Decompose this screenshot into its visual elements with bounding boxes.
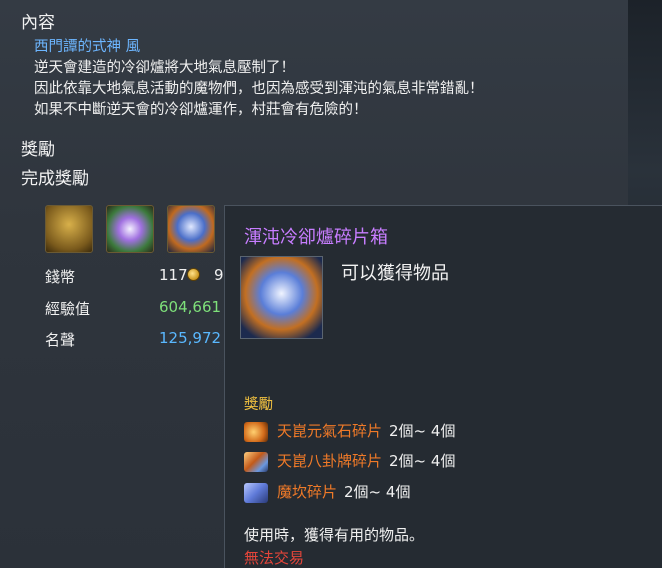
- chaos-cooler-fragment-box-icon: [240, 256, 323, 339]
- bagua-plate-fragment-icon: [244, 451, 268, 472]
- crystal-icon[interactable]: [106, 205, 154, 253]
- tooltip-reward-item: 天崑八卦牌碎片 2個~ 4個: [244, 450, 455, 472]
- npc-name: 西門譚的式神 風: [34, 39, 141, 55]
- description-line: 因此依靠大地氣息活動的魔物們，也因為感受到渾沌的氣息非常錯亂！: [34, 81, 484, 97]
- exp-value: 604,661: [159, 298, 222, 316]
- rewards-heading: 獎勵: [21, 140, 55, 160]
- description-line: 如果不中斷逆天會的冷卻爐運作，村莊會有危險的！: [34, 102, 368, 118]
- coin-label: 錢幣: [45, 268, 76, 286]
- reward-item-qty: 2個~ 4個: [344, 483, 411, 501]
- reward-item-qty: 2個~ 4個: [389, 452, 456, 470]
- demon-shard-icon: [244, 482, 268, 503]
- chaos-cooler-fragment-box-icon[interactable]: [167, 205, 215, 253]
- exp-label: 經驗值: [45, 300, 91, 318]
- tooltip-usage: 使用時，獲得有用的物品。: [244, 526, 425, 544]
- stone-fragment-icon: [244, 421, 268, 442]
- tooltip-reward-heading: 獎勵: [244, 397, 273, 413]
- description-line: 逆天會建造的冷卻爐將大地氣息壓制了！: [34, 60, 295, 76]
- tooltip-reward-item: 魔坎碎片 2個~ 4個: [244, 481, 410, 503]
- content-heading: 內容: [21, 13, 55, 33]
- reputation-label: 名聲: [45, 331, 76, 349]
- item-tooltip: 渾沌冷卻爐碎片箱 可以獲得物品 獎勵 天崑元氣石碎片 2個~ 4個 天崑八卦牌碎片…: [224, 205, 662, 568]
- tooltip-reward-item: 天崑元氣石碎片 2個~ 4個: [244, 420, 455, 442]
- reward-item-name: 魔坎碎片: [277, 483, 338, 501]
- coin-value: 117: [159, 266, 188, 284]
- reward-item-qty: 2個~ 4個: [389, 422, 456, 440]
- coin-value-cut: 9: [214, 266, 224, 284]
- golden-chest-icon[interactable]: [45, 205, 93, 253]
- tooltip-trade-status: 無法交易: [244, 549, 305, 567]
- tooltip-description: 可以獲得物品: [341, 263, 449, 284]
- reputation-value: 125,972: [159, 329, 222, 347]
- completion-rewards-heading: 完成獎勵: [21, 169, 89, 189]
- tooltip-title: 渾沌冷卻爐碎片箱: [244, 227, 388, 248]
- reward-item-name: 天崑八卦牌碎片: [277, 452, 383, 470]
- reward-item-name: 天崑元氣石碎片: [277, 422, 383, 440]
- gold-coin-icon: [187, 268, 200, 281]
